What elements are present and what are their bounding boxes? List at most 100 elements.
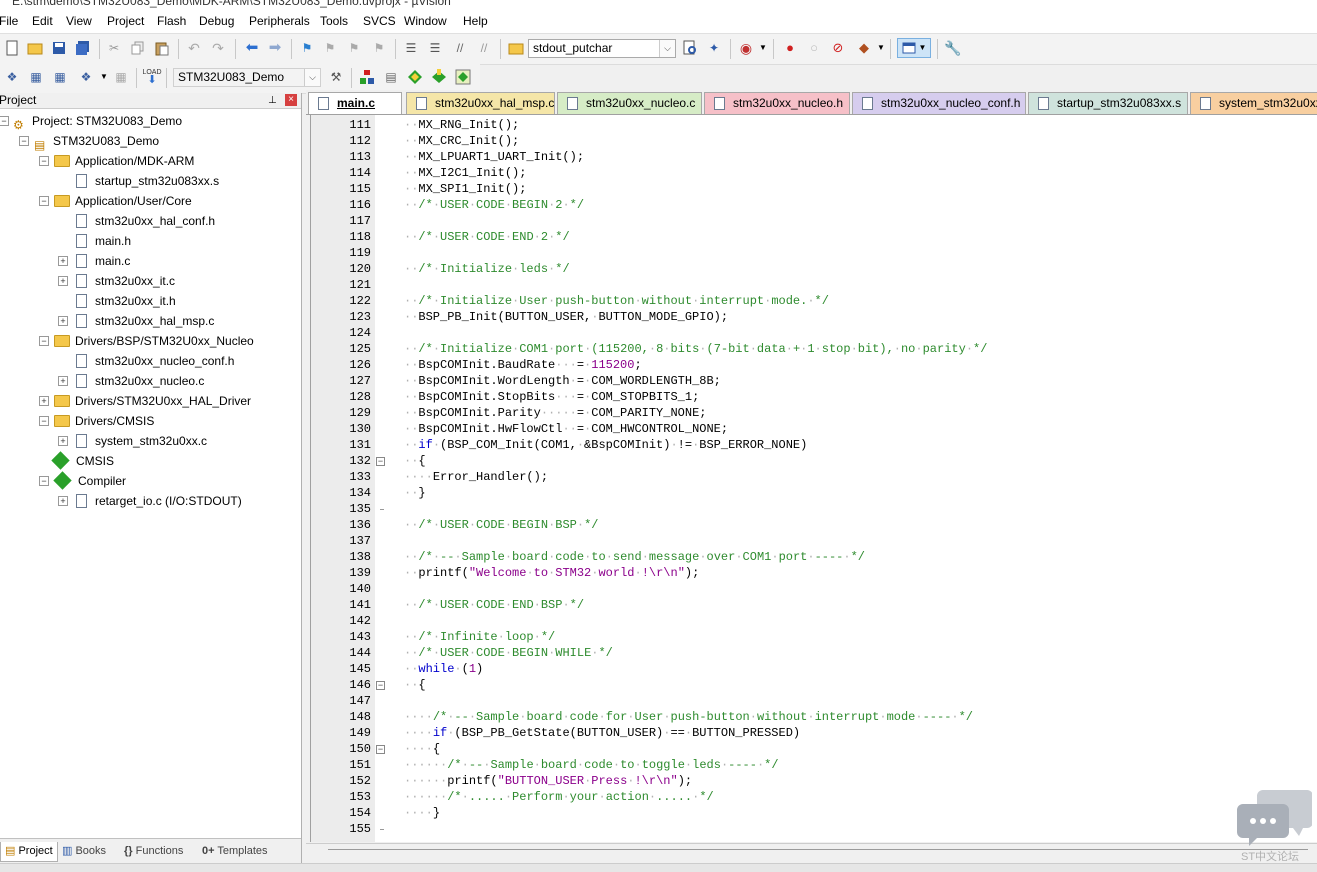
indent-icon[interactable]: ☰ <box>403 40 419 56</box>
menu-tools[interactable]: Tools <box>320 14 348 28</box>
tree-file[interactable]: + stm32u0xx_nucleo.c <box>58 371 204 391</box>
select-packs-icon[interactable]: ▤ <box>383 69 399 85</box>
options-for-target-icon[interactable]: ⚒ <box>328 69 344 85</box>
menu-flash[interactable]: Flash <box>157 14 186 28</box>
tree-file[interactable]: stm32u0xx_it.h <box>76 291 176 311</box>
tree-group-bsp[interactable]: − Drivers/BSP/STM32U0xx_Nucleo <box>39 331 254 351</box>
enable-breakpoint-icon[interactable]: ○ <box>806 40 822 56</box>
code-editor[interactable]: 111 ··MX_RNG_Init(); 112 ··MX_CRC_Init(); 11… <box>310 115 1317 842</box>
undo-icon[interactable]: ↶ <box>186 40 202 56</box>
prev-bookmark-icon[interactable]: ⚑ <box>322 40 338 56</box>
tree-file[interactable]: startup_stm32u083xx.s <box>76 171 219 191</box>
menu-file[interactable]: File <box>0 14 18 28</box>
close-icon[interactable]: × <box>285 94 297 106</box>
disable-breakpoints-icon[interactable]: ⊘ <box>830 40 846 56</box>
collapse-icon[interactable]: − <box>0 116 9 126</box>
expand-icon[interactable]: + <box>58 496 68 506</box>
tree-component-compiler[interactable]: − Compiler <box>39 471 126 491</box>
tree-component-cmsis[interactable]: CMSIS <box>51 451 114 471</box>
menu-svcs[interactable]: SVCS <box>363 14 396 28</box>
copy-icon[interactable] <box>130 40 146 56</box>
build-icon[interactable]: ▦ <box>28 69 44 85</box>
collapse-icon[interactable]: − <box>39 336 49 346</box>
tab-hal-msp-c[interactable]: stm32u0xx_hal_msp.c <box>406 92 555 114</box>
navigate-back-icon[interactable]: ⬅ <box>244 40 260 56</box>
tree-group-user-core[interactable]: − Application/User/Core <box>39 191 192 211</box>
collapse-icon[interactable]: − <box>19 136 29 146</box>
tree-item-project-root[interactable]: − ⚙ Project: STM32U083_Demo <box>0 111 182 132</box>
new-file-icon[interactable] <box>4 40 20 56</box>
chevron-down-icon[interactable]: ▼ <box>96 69 112 85</box>
horizontal-scrollbar[interactable] <box>306 843 1317 864</box>
tree-file[interactable]: + stm32u0xx_hal_msp.c <box>58 311 214 331</box>
expand-icon[interactable]: + <box>58 316 68 326</box>
menu-view[interactable]: View <box>66 14 92 28</box>
save-icon[interactable] <box>51 40 67 56</box>
tree-file[interactable]: + main.c <box>58 251 130 271</box>
chevron-down-icon[interactable]: ▼ <box>755 40 771 56</box>
fold-toggle-icon[interactable]: − <box>376 745 385 754</box>
tree-file[interactable]: stm32u0xx_nucleo_conf.h <box>76 351 234 371</box>
tree-file[interactable]: + retarget_io.c (I/O:STDOUT) <box>58 491 242 511</box>
bookmark-icon[interactable]: ⚑ <box>299 40 315 56</box>
chevron-down-icon[interactable]: ⌵ <box>659 40 675 57</box>
menu-edit[interactable]: Edit <box>32 14 53 28</box>
tab-books[interactable]: ▥ Books <box>58 842 110 861</box>
paste-icon[interactable] <box>154 40 170 56</box>
window-layout-icon[interactable]: ▼ <box>897 38 931 58</box>
tree-item-target[interactable]: − ▤ STM32U083_Demo <box>19 131 159 152</box>
collapse-icon[interactable]: − <box>39 196 49 206</box>
batch-build-icon[interactable]: ❖ <box>78 69 94 85</box>
tree-file[interactable]: + system_stm32u0xx.c <box>58 431 207 451</box>
menu-project[interactable]: Project <box>107 14 144 28</box>
tab-nucleo-conf-h[interactable]: stm32u0xx_nucleo_conf.h <box>852 92 1026 114</box>
tab-system-c[interactable]: system_stm32u0xx.c <box>1190 92 1317 114</box>
unindent-icon[interactable]: ☰ <box>427 40 443 56</box>
tab-startup-s[interactable]: startup_stm32u083xx.s <box>1028 92 1188 114</box>
tab-nucleo-c[interactable]: stm32u0xx_nucleo.c <box>557 92 702 114</box>
find-icon[interactable] <box>682 40 698 56</box>
software-packs-icon[interactable] <box>455 69 471 85</box>
rebuild-icon[interactable]: ▦ <box>52 69 68 85</box>
menu-window[interactable]: Window <box>404 14 447 28</box>
next-bookmark-icon[interactable]: ⚑ <box>346 40 362 56</box>
fold-toggle-icon[interactable]: − <box>376 457 385 466</box>
configure-icon[interactable]: 🔧 <box>944 40 961 56</box>
collapse-icon[interactable]: − <box>39 156 49 166</box>
incremental-find-icon[interactable]: ✦ <box>706 40 722 56</box>
expand-icon[interactable]: + <box>39 396 49 406</box>
tree-group-cmsis[interactable]: − Drivers/CMSIS <box>39 411 154 431</box>
manage-project-items-icon[interactable] <box>359 69 375 85</box>
tab-nucleo-h[interactable]: stm32u0xx_nucleo.h <box>704 92 850 114</box>
navigate-forward-icon[interactable]: ➡ <box>267 40 283 56</box>
tree-file[interactable]: main.h <box>76 231 131 251</box>
comment-icon[interactable]: // <box>452 40 468 56</box>
menu-help[interactable]: Help <box>463 14 488 28</box>
chevron-down-icon[interactable]: ⌵ <box>304 69 320 86</box>
chevron-down-icon[interactable]: ▼ <box>873 40 889 56</box>
collapse-icon[interactable]: − <box>39 476 49 486</box>
expand-icon[interactable]: + <box>58 276 68 286</box>
pin-icon[interactable]: ⊥ <box>268 93 277 108</box>
uncomment-icon[interactable]: // <box>476 40 492 56</box>
open-file-icon[interactable] <box>27 40 43 56</box>
redo-icon[interactable]: ↷ <box>210 40 226 56</box>
debug-session-icon[interactable]: ◉ <box>738 40 754 56</box>
cut-icon[interactable]: ✂ <box>106 40 122 56</box>
find-in-files-icon[interactable] <box>508 40 524 56</box>
menu-debug[interactable]: Debug <box>199 14 234 28</box>
pack-installer-icon[interactable] <box>431 69 447 85</box>
stop-build-icon[interactable]: ▦ <box>113 69 129 85</box>
tree-file[interactable]: + stm32u0xx_it.c <box>58 271 175 291</box>
find-combo[interactable]: stdout_putchar ⌵ <box>528 39 676 58</box>
menu-peripherals[interactable]: Peripherals <box>249 14 310 28</box>
tab-templates[interactable]: 0+ Templates <box>198 842 272 861</box>
tab-project[interactable]: ▤ Project <box>0 842 58 862</box>
save-all-icon[interactable] <box>75 40 91 56</box>
expand-icon[interactable]: + <box>58 256 68 266</box>
manage-rte-icon[interactable] <box>407 69 423 85</box>
tab-main-c[interactable]: main.c <box>308 92 402 114</box>
tree-group-hal-driver[interactable]: + Drivers/STM32U0xx_HAL_Driver <box>39 391 251 411</box>
tree-group-mdk-arm[interactable]: − Application/MDK-ARM <box>39 151 194 171</box>
translate-icon[interactable]: ❖ <box>4 69 20 85</box>
